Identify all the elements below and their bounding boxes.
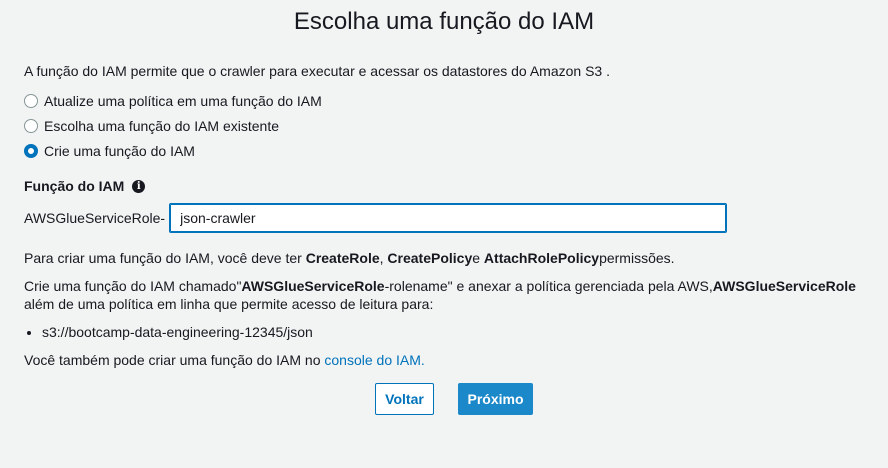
create-info-start: Crie uma função do IAM chamado" [24,278,242,294]
option-existing-role-label[interactable]: Escolha uma função do IAM existente [44,117,279,135]
permission-create-role: CreateRole [305,250,380,266]
create-info-role-name: AWSGlueServiceRole [241,278,385,294]
list-item: s3://bootcamp-data-engineering-12345/jso… [42,323,870,341]
role-heading-label: Função do IAM [24,178,125,194]
create-role-info: Crie uma função do IAM chamado"AWSGlueSe… [24,277,870,313]
role-prefix: AWSGlueServiceRole- [24,210,166,226]
permission-attach-role-policy: AttachRolePolicy [483,250,600,266]
iam-console-link[interactable]: console do IAM. [324,352,424,368]
button-bar: Voltar Próximo [0,383,888,415]
option-existing-role[interactable]: Escolha uma função do IAM existente [24,113,870,138]
role-name-input[interactable] [169,203,728,233]
radio-update-policy[interactable] [24,93,38,108]
info-icon[interactable]: i [132,179,146,193]
radio-existing-role[interactable] [24,118,38,133]
next-button[interactable]: Próximo [458,383,533,415]
create-info-policy-name: AWSGlueServiceRole [712,278,856,294]
permissions-text: Para criar uma função do IAM, você deve … [24,249,870,267]
permissions-text-start: Para criar uma função do IAM, você deve … [24,250,306,266]
permissions-text-end: permissões. [599,250,675,266]
role-option-group: Atualize uma política em uma função do I… [24,88,870,163]
intro-text: A função do IAM permite que o crawler pa… [24,63,610,79]
option-update-policy[interactable]: Atualize uma política em uma função do I… [24,88,870,113]
page-title: Escolha uma função do IAM [293,8,595,35]
create-info-middle: -rolename" e anexar a política gerenciad… [384,278,713,294]
create-info-line2: além de uma política em linha que permit… [24,296,434,312]
option-create-role[interactable]: Crie uma função do IAM [24,138,870,163]
permissions-separator: e [472,250,484,266]
bucket-list: s3://bootcamp-data-engineering-12345/jso… [24,323,870,341]
iam-role-form: A função do IAM permite que o crawler pa… [24,62,870,369]
role-heading: Função do IAM i [24,177,870,195]
option-create-role-label[interactable]: Crie uma função do IAM [44,142,195,160]
permission-create-policy: CreatePolicy [387,250,473,266]
console-text-start: Você também pode criar uma função do IAM… [24,352,325,368]
radio-create-role[interactable] [24,143,38,158]
console-text: Você também pode criar uma função do IAM… [24,351,870,369]
role-name-row: AWSGlueServiceRole- [24,203,870,233]
back-button[interactable]: Voltar [375,383,434,415]
option-update-policy-label[interactable]: Atualize uma política em uma função do I… [44,92,322,110]
